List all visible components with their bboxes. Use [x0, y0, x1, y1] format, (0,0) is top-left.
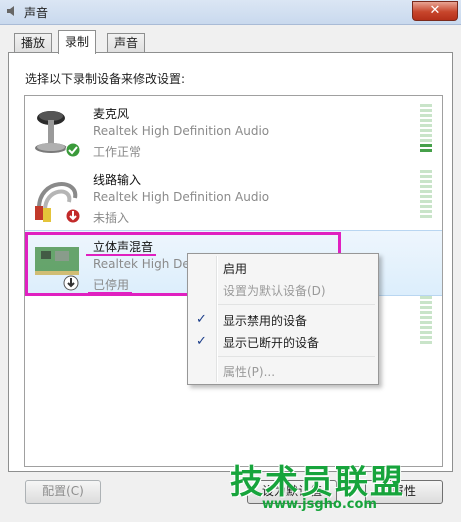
menu-item-show-disconnected[interactable]: 显示已断开的设备: [223, 334, 319, 351]
tab-sounds[interactable]: 声音: [107, 33, 146, 53]
watermark-url: www.jsgho.com: [262, 497, 377, 512]
device-driver: Realtek High Definition Audio: [93, 124, 270, 138]
checkmark-icon: ✓: [196, 312, 207, 327]
device-name: 线路输入: [93, 173, 142, 187]
tab-recording[interactable]: 录制: [58, 30, 97, 54]
context-menu: 启用 设置为默认设备(D) ✓ 显示禁用的设备 ✓ 显示已断开的设备 属性(P)…: [187, 253, 379, 385]
device-status: 工作正常: [93, 145, 142, 159]
device-driver: Realtek High Definition Audio: [93, 190, 270, 204]
close-button[interactable]: ✕: [412, 1, 458, 21]
unplugged-arrow-icon: [65, 208, 81, 227]
level-meter: [420, 172, 432, 222]
speaker-icon: [5, 4, 19, 21]
configure-button[interactable]: 配置(C): [25, 480, 101, 504]
checkmark-icon: ✓: [196, 334, 207, 349]
check-badge-icon: [65, 142, 81, 161]
device-status: 未插入: [93, 211, 130, 225]
window-title: 声音: [24, 6, 49, 20]
annotation-underline: [88, 292, 132, 294]
menu-item-set-default[interactable]: 设置为默认设备(D): [223, 282, 326, 299]
disabled-arrow-icon: [63, 275, 79, 294]
device-status: 已停用: [93, 278, 130, 292]
device-name: 立体声混音: [93, 240, 154, 254]
instruction-text: 选择以下录制设备来修改设置:: [25, 72, 186, 86]
device-name: 麦克风: [93, 107, 130, 121]
watermark-logo: 技术员联盟: [230, 462, 405, 501]
menu-gutter: [216, 256, 218, 382]
level-meter: [420, 104, 432, 154]
level-meter: [420, 296, 432, 346]
device-item-microphone[interactable]: 麦克风 Realtek High Definition Audio 工作正常: [25, 98, 442, 162]
device-item-line-in[interactable]: 线路输入 Realtek High Definition Audio 未插入: [25, 164, 442, 228]
menu-item-show-disabled[interactable]: 显示禁用的设备: [223, 312, 307, 329]
device-driver: Realtek High Def: [93, 257, 194, 271]
tab-playback[interactable]: 播放: [14, 33, 53, 53]
menu-item-enable[interactable]: 启用: [223, 260, 247, 277]
menu-separator: [218, 356, 375, 357]
menu-item-properties[interactable]: 属性(P)...: [223, 363, 275, 380]
menu-separator: [218, 304, 375, 305]
annotation-underline: [86, 254, 156, 256]
title-bar: 声音 ✕: [0, 0, 461, 25]
